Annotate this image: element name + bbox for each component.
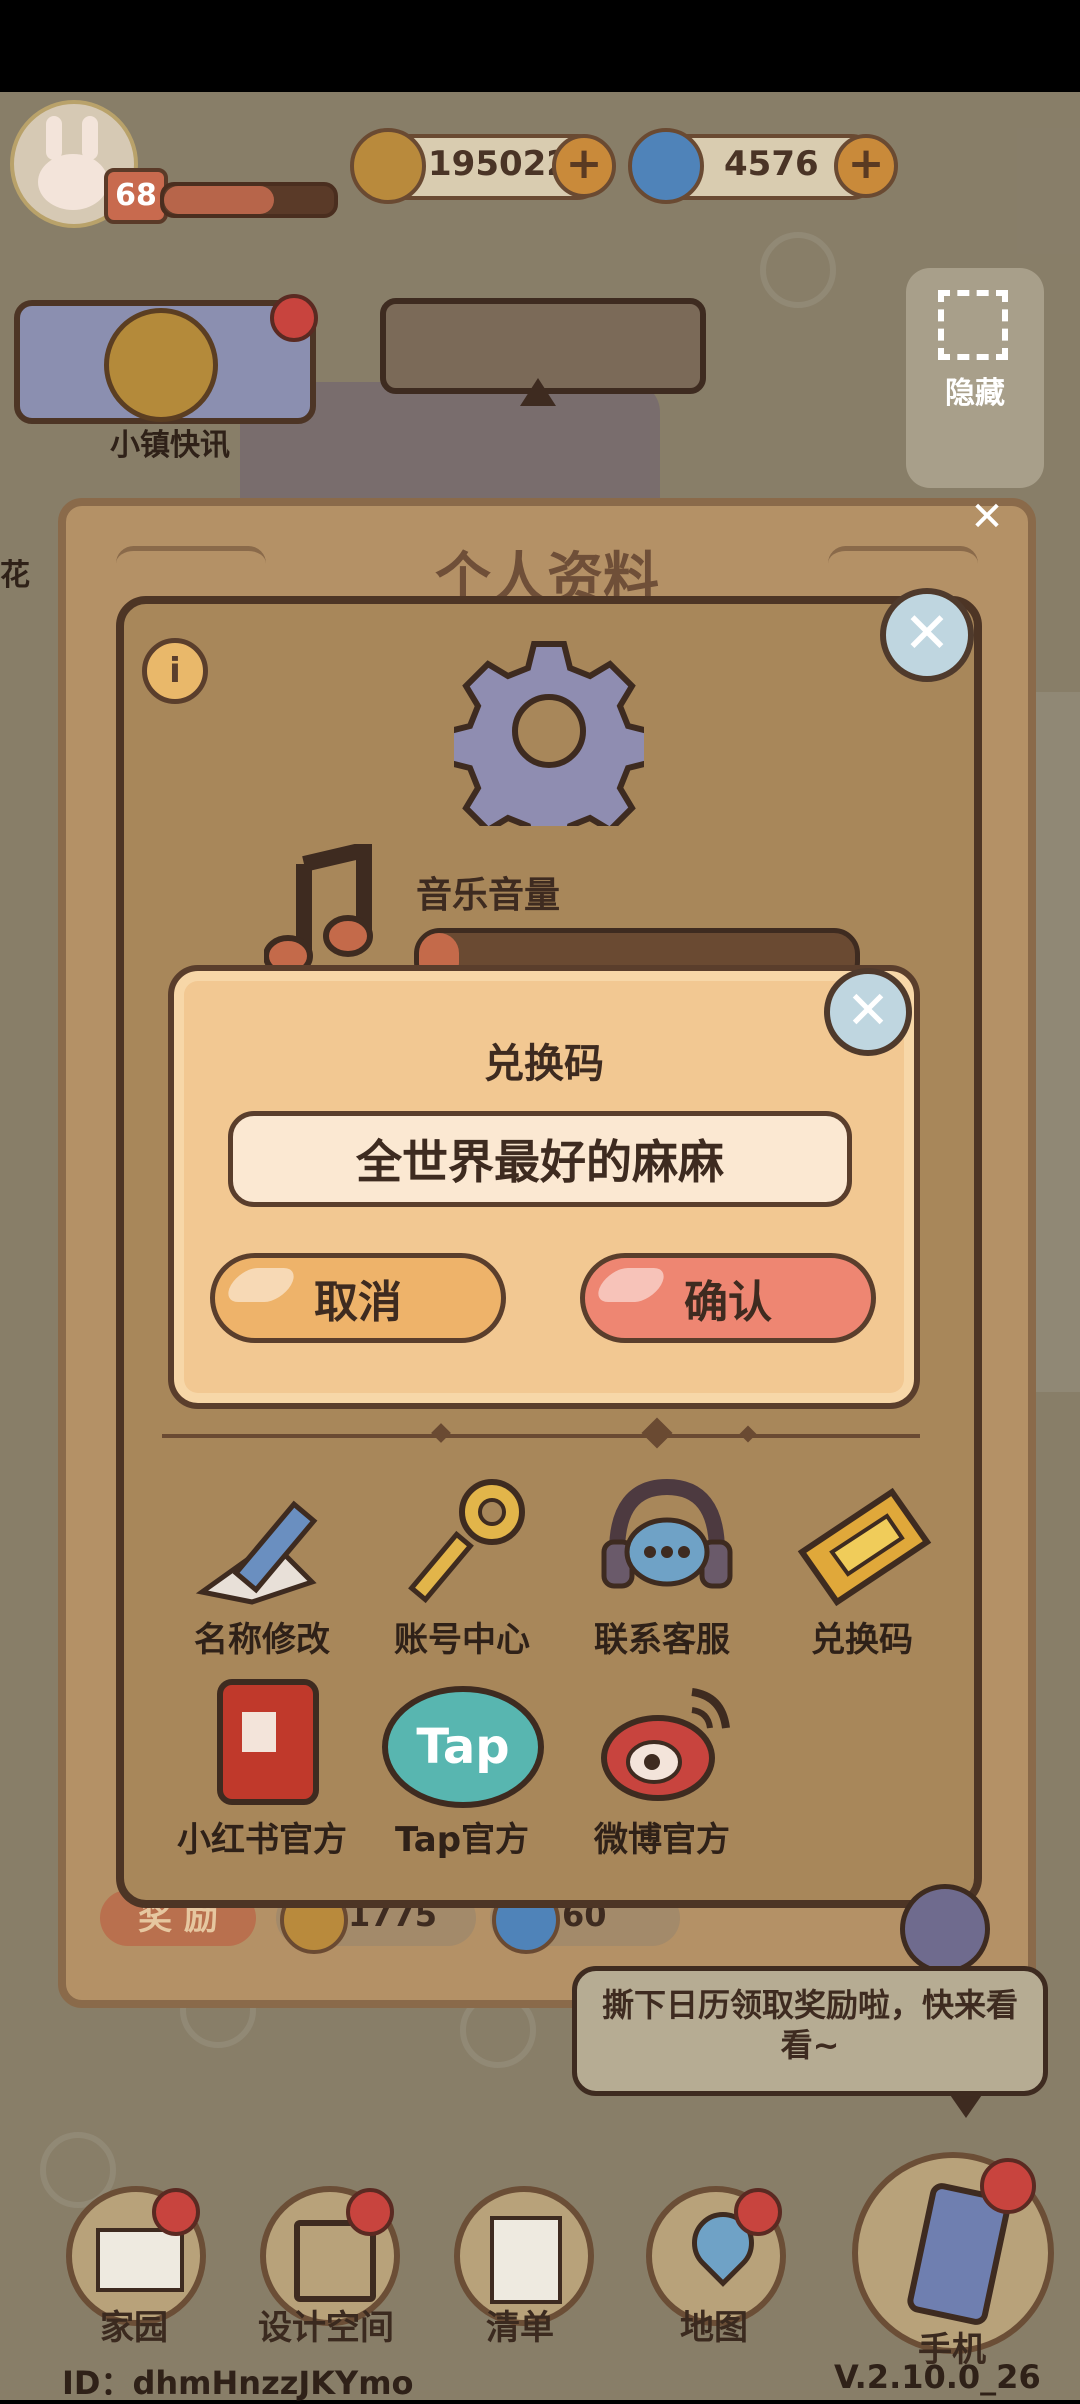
- version-label: V.2.10.0_26: [834, 2358, 1041, 2396]
- hide-label: 隐藏: [945, 376, 1005, 411]
- notification-dot: [980, 2158, 1036, 2214]
- bunny-ear-icon: [46, 116, 62, 160]
- notification-dot: [734, 2188, 782, 2236]
- dialog-close-button[interactable]: ✕: [824, 968, 912, 1056]
- ticket-icon: [797, 1487, 932, 1607]
- pointer-arrow-icon: [520, 378, 556, 406]
- red-book-icon: [217, 1679, 319, 1805]
- divider-ornament: [739, 1425, 757, 1443]
- account-center-button[interactable]: 账号中心: [362, 1472, 562, 1672]
- level-badge: 68: [104, 168, 168, 224]
- button-shine: [591, 1268, 671, 1302]
- weibo-icon: [601, 1688, 730, 1801]
- news-label: 小镇快讯: [110, 428, 230, 463]
- notepad-icon: [490, 2216, 562, 2304]
- gear-icon: [443, 636, 655, 853]
- confirm-label: 确认: [684, 1277, 772, 1328]
- coin-amount: 195022: [428, 144, 570, 184]
- xp-bar-fill: [164, 186, 274, 214]
- fullscreen-icon: [938, 290, 1008, 360]
- add-coins-button[interactable]: +: [552, 134, 616, 198]
- xp-bar: [160, 182, 338, 218]
- redeem-dialog: 兑换码 取消 确认: [168, 965, 920, 1409]
- ornament-right-icon: [828, 546, 978, 581]
- add-gems-button[interactable]: +: [834, 134, 898, 198]
- dialog-title: 兑换码: [484, 1041, 604, 1087]
- weibo-label: 微博官方: [594, 1820, 730, 1860]
- settings-close-button[interactable]: ✕: [880, 588, 974, 682]
- ornament-left-icon: [116, 546, 266, 581]
- settings-gear-icon[interactable]: [900, 1884, 990, 1974]
- notification-dot: [346, 2188, 394, 2236]
- redeem-code-button[interactable]: 兑换码: [762, 1472, 962, 1672]
- info-icon[interactable]: i: [142, 638, 208, 704]
- xiaohongshu-button[interactable]: 小红书官方: [162, 1672, 362, 1872]
- tap-button[interactable]: Tap Tap官方: [362, 1672, 562, 1872]
- clock-icon: [104, 308, 218, 422]
- gem-amount: 4576: [724, 144, 819, 184]
- rename-button[interactable]: 名称修改: [162, 1472, 362, 1672]
- pencil-icon: [195, 1500, 318, 1605]
- bunny-ear-icon: [82, 116, 98, 160]
- confirm-button[interactable]: 确认: [580, 1253, 876, 1343]
- house-icon: [96, 2228, 184, 2292]
- side-label: 花: [0, 558, 30, 593]
- cancel-label: 取消: [314, 1277, 402, 1328]
- redeem-code-label: 兑换码: [811, 1620, 913, 1660]
- cancel-button[interactable]: 取消: [210, 1253, 506, 1343]
- bubble-tail: [948, 2092, 984, 2118]
- bunny-face-icon: [38, 154, 108, 210]
- nav-home-label: 家园: [100, 2308, 168, 2348]
- music-note-icon: [263, 839, 374, 984]
- coin-icon: [350, 128, 426, 204]
- divider-ornament: [641, 1417, 673, 1449]
- key-icon: [408, 1479, 525, 1604]
- divider: [162, 1434, 920, 1438]
- nav-design-label: 设计空间: [258, 2308, 394, 2348]
- button-shine: [221, 1268, 301, 1302]
- nav-list-label: 清单: [486, 2308, 554, 2348]
- divider-ornament: [431, 1423, 451, 1443]
- headset-icon: [601, 1478, 733, 1589]
- customer-service-button[interactable]: 联系客服: [562, 1472, 762, 1672]
- notification-dot: [152, 2188, 200, 2236]
- panel-close-icon[interactable]: ✕: [962, 494, 1012, 544]
- user-id: ID：dhmHnzzJKYmo: [62, 2364, 414, 2402]
- tap-logo-icon: Tap: [382, 1686, 544, 1808]
- hide-ui-button[interactable]: 隐藏: [906, 268, 1044, 488]
- notification-dot: [270, 294, 318, 342]
- weibo-button[interactable]: 微博官方: [562, 1672, 762, 1872]
- hint-bubble: 撕下日历领取奖励啦，快来看看~: [572, 1966, 1048, 2096]
- music-volume-label: 音乐音量: [416, 875, 561, 916]
- nav-map-label: 地图: [680, 2308, 748, 2348]
- redeem-code-input[interactable]: [228, 1111, 852, 1207]
- swirl-gem-icon: [628, 128, 704, 204]
